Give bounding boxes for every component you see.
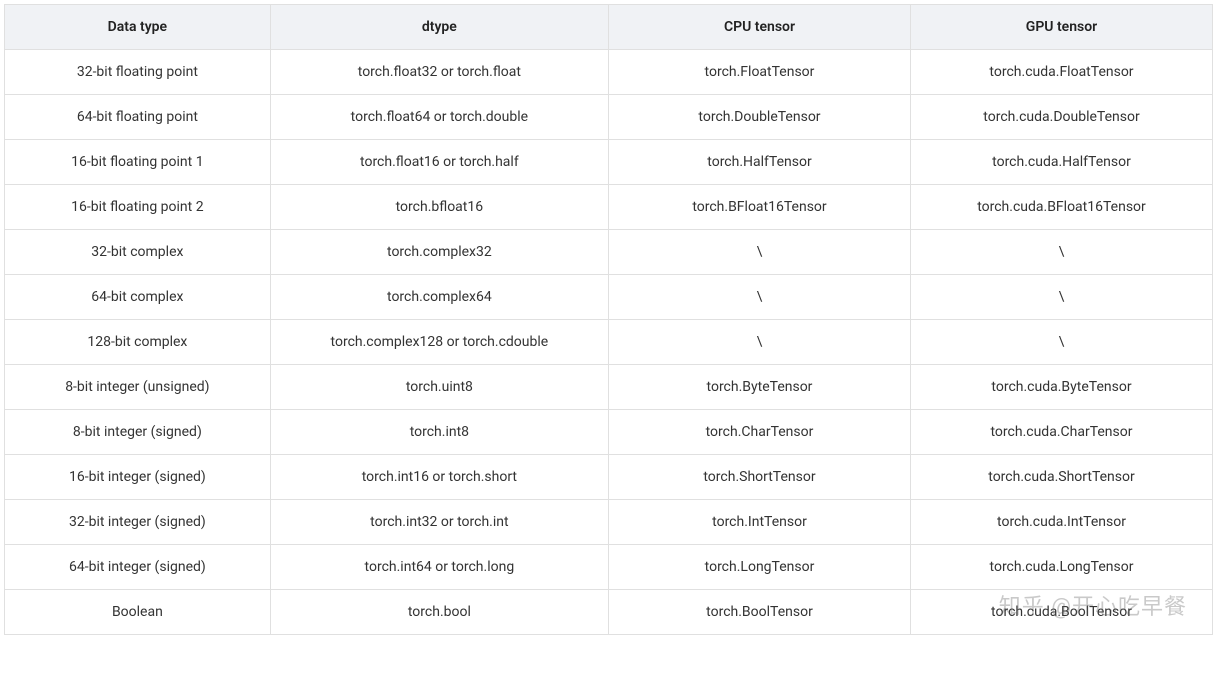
cell-datatype: 16-bit integer (signed) bbox=[5, 455, 271, 500]
cell-datatype: Boolean bbox=[5, 590, 271, 635]
cell-cpu: torch.HalfTensor bbox=[608, 140, 910, 185]
table-row: 64-bit integer (signed) torch.int64 or t… bbox=[5, 545, 1213, 590]
table-row: 32-bit complex torch.complex32 \ \ bbox=[5, 230, 1213, 275]
table-row: 16-bit integer (signed) torch.int16 or t… bbox=[5, 455, 1213, 500]
table-row: 64-bit complex torch.complex64 \ \ bbox=[5, 275, 1213, 320]
cell-datatype: 32-bit complex bbox=[5, 230, 271, 275]
cell-cpu: torch.ShortTensor bbox=[608, 455, 910, 500]
cell-datatype: 64-bit floating point bbox=[5, 95, 271, 140]
cell-dtype: torch.int16 or torch.short bbox=[270, 455, 608, 500]
cell-datatype: 128-bit complex bbox=[5, 320, 271, 365]
cell-gpu: torch.cuda.HalfTensor bbox=[910, 140, 1212, 185]
cell-cpu: torch.LongTensor bbox=[608, 545, 910, 590]
table-row: 128-bit complex torch.complex128 or torc… bbox=[5, 320, 1213, 365]
cell-cpu: \ bbox=[608, 320, 910, 365]
cell-cpu: torch.BFloat16Tensor bbox=[608, 185, 910, 230]
table-row: 16-bit floating point 2 torch.bfloat16 t… bbox=[5, 185, 1213, 230]
cell-gpu: \ bbox=[910, 230, 1212, 275]
cell-dtype: torch.bfloat16 bbox=[270, 185, 608, 230]
tensor-dtype-table: Data type dtype CPU tensor GPU tensor 32… bbox=[4, 4, 1213, 635]
cell-cpu: torch.DoubleTensor bbox=[608, 95, 910, 140]
cell-gpu: torch.cuda.FloatTensor bbox=[910, 50, 1212, 95]
cell-gpu: torch.cuda.ShortTensor bbox=[910, 455, 1212, 500]
header-datatype: Data type bbox=[5, 5, 271, 50]
cell-cpu: torch.BoolTensor bbox=[608, 590, 910, 635]
cell-dtype: torch.float16 or torch.half bbox=[270, 140, 608, 185]
cell-gpu: torch.cuda.LongTensor bbox=[910, 545, 1212, 590]
cell-cpu: torch.IntTensor bbox=[608, 500, 910, 545]
cell-gpu: torch.cuda.BFloat16Tensor bbox=[910, 185, 1212, 230]
cell-datatype: 32-bit integer (signed) bbox=[5, 500, 271, 545]
table-row: 8-bit integer (unsigned) torch.uint8 tor… bbox=[5, 365, 1213, 410]
cell-dtype: torch.int32 or torch.int bbox=[270, 500, 608, 545]
cell-datatype: 32-bit floating point bbox=[5, 50, 271, 95]
header-cpu: CPU tensor bbox=[608, 5, 910, 50]
cell-dtype: torch.complex128 or torch.cdouble bbox=[270, 320, 608, 365]
cell-datatype: 64-bit integer (signed) bbox=[5, 545, 271, 590]
cell-gpu: \ bbox=[910, 275, 1212, 320]
table-row: 16-bit floating point 1 torch.float16 or… bbox=[5, 140, 1213, 185]
cell-dtype: torch.int64 or torch.long bbox=[270, 545, 608, 590]
header-dtype: dtype bbox=[270, 5, 608, 50]
cell-dtype: torch.complex32 bbox=[270, 230, 608, 275]
cell-datatype: 64-bit complex bbox=[5, 275, 271, 320]
cell-dtype: torch.float64 or torch.double bbox=[270, 95, 608, 140]
cell-gpu: torch.cuda.IntTensor bbox=[910, 500, 1212, 545]
cell-gpu: torch.cuda.DoubleTensor bbox=[910, 95, 1212, 140]
table-header-row: Data type dtype CPU tensor GPU tensor bbox=[5, 5, 1213, 50]
table-row: 32-bit integer (signed) torch.int32 or t… bbox=[5, 500, 1213, 545]
cell-dtype: torch.int8 bbox=[270, 410, 608, 455]
table-row: Boolean torch.bool torch.BoolTensor torc… bbox=[5, 590, 1213, 635]
table-row: 8-bit integer (signed) torch.int8 torch.… bbox=[5, 410, 1213, 455]
cell-datatype: 8-bit integer (unsigned) bbox=[5, 365, 271, 410]
cell-gpu: torch.cuda.BoolTensor bbox=[910, 590, 1212, 635]
cell-cpu: \ bbox=[608, 230, 910, 275]
cell-dtype: torch.complex64 bbox=[270, 275, 608, 320]
cell-gpu: torch.cuda.CharTensor bbox=[910, 410, 1212, 455]
cell-gpu: \ bbox=[910, 320, 1212, 365]
cell-cpu: torch.FloatTensor bbox=[608, 50, 910, 95]
cell-datatype: 16-bit floating point 1 bbox=[5, 140, 271, 185]
header-gpu: GPU tensor bbox=[910, 5, 1212, 50]
cell-cpu: torch.CharTensor bbox=[608, 410, 910, 455]
cell-datatype: 8-bit integer (signed) bbox=[5, 410, 271, 455]
cell-cpu: torch.ByteTensor bbox=[608, 365, 910, 410]
cell-dtype: torch.bool bbox=[270, 590, 608, 635]
table-body: 32-bit floating point torch.float32 or t… bbox=[5, 50, 1213, 635]
table-row: 64-bit floating point torch.float64 or t… bbox=[5, 95, 1213, 140]
cell-cpu: \ bbox=[608, 275, 910, 320]
cell-datatype: 16-bit floating point 2 bbox=[5, 185, 271, 230]
cell-dtype: torch.float32 or torch.float bbox=[270, 50, 608, 95]
cell-dtype: torch.uint8 bbox=[270, 365, 608, 410]
cell-gpu: torch.cuda.ByteTensor bbox=[910, 365, 1212, 410]
table-row: 32-bit floating point torch.float32 or t… bbox=[5, 50, 1213, 95]
